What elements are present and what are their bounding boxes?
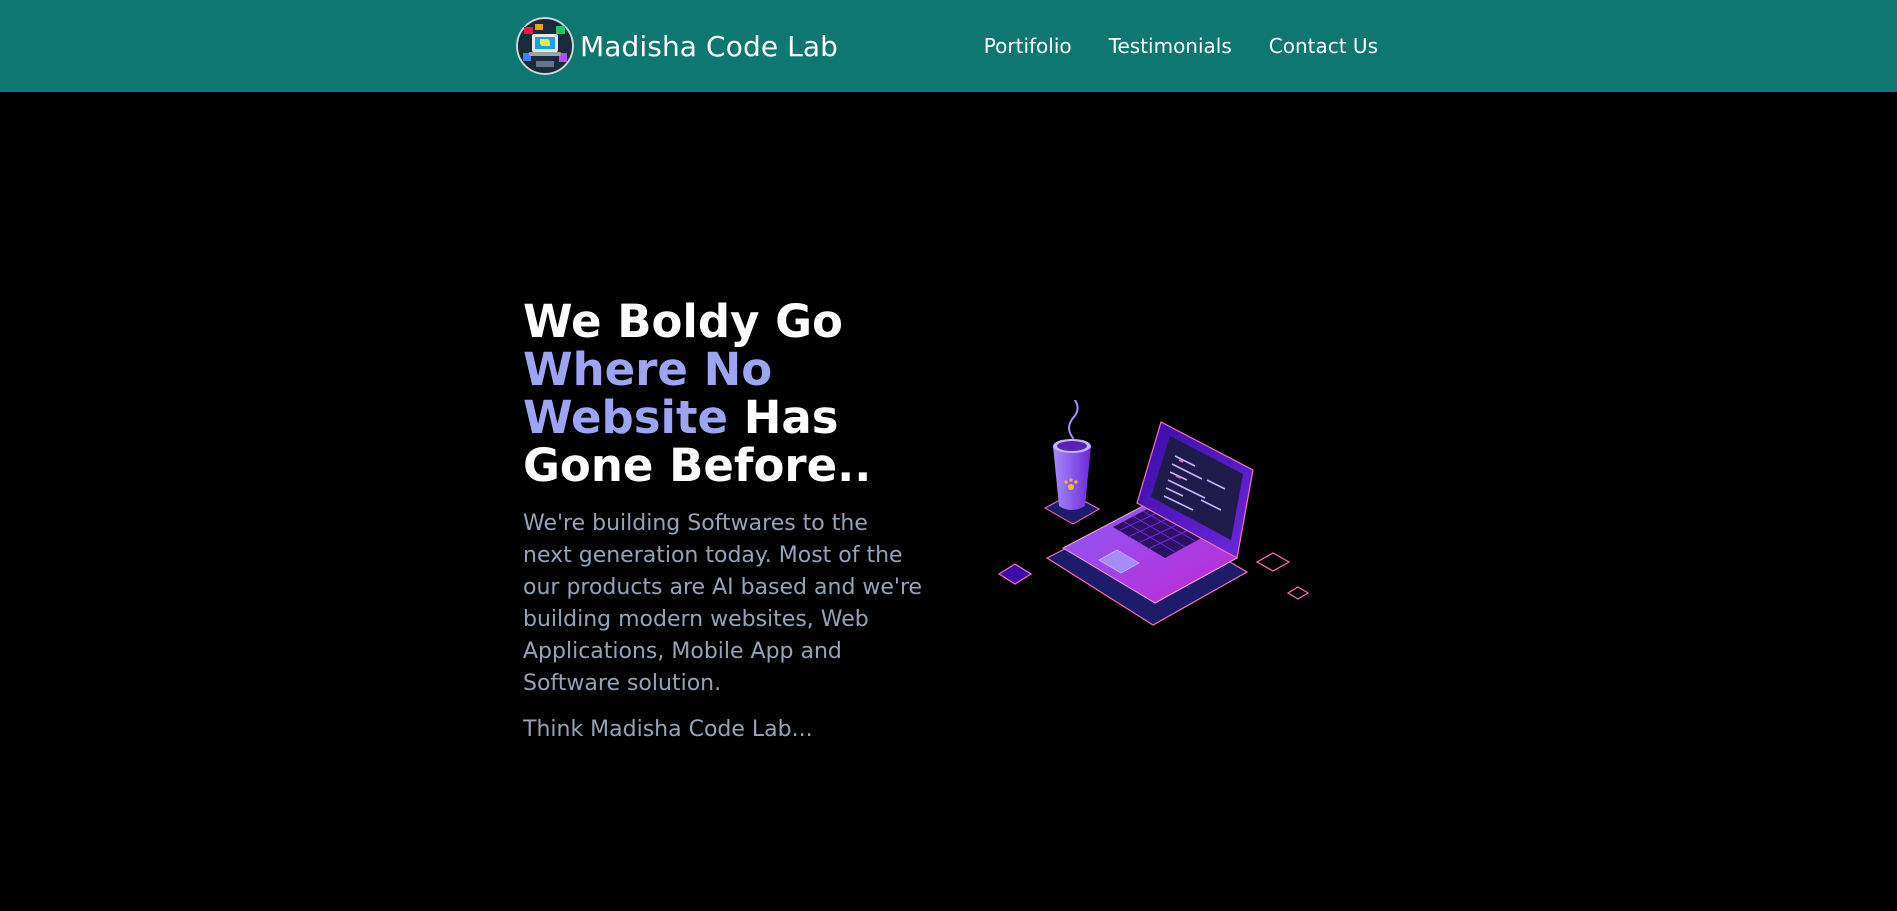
hero-tagline: Think Madisha Code Lab... xyxy=(523,717,813,742)
nav-links: Portifolio Testimonials Contact Us xyxy=(984,34,1378,58)
hero-title: We Boldy Go Where No Website Has Gone Befo… xyxy=(523,298,943,490)
hero-title-rest: Has xyxy=(743,391,839,444)
hero-title-line1: We Boldy Go xyxy=(523,295,843,348)
brand[interactable]: Madisha Code Lab xyxy=(516,17,838,75)
nav-container: Madisha Code Lab Portifolio Testimonials… xyxy=(516,0,1380,92)
hero-description: We're building Softwares to the next gen… xyxy=(523,511,923,696)
laptop-coffee-illustration-icon xyxy=(995,399,1315,640)
nav-link-contact-us[interactable]: Contact Us xyxy=(1269,34,1378,58)
nav-link-portifolio[interactable]: Portifolio xyxy=(984,34,1072,58)
hero-title-end: Gone Before.. xyxy=(523,439,872,492)
nav-link-testimonials[interactable]: Testimonials xyxy=(1109,34,1232,58)
laptop-logo-icon xyxy=(516,17,574,75)
navbar: Madisha Code Lab Portifolio Testimonials… xyxy=(0,0,1897,92)
brand-name: Madisha Code Lab xyxy=(580,29,838,63)
hero-section: We Boldy Go Where No Website Has Gone Befo… xyxy=(523,298,943,746)
hero-title-highlight: Where No Website xyxy=(523,343,773,444)
